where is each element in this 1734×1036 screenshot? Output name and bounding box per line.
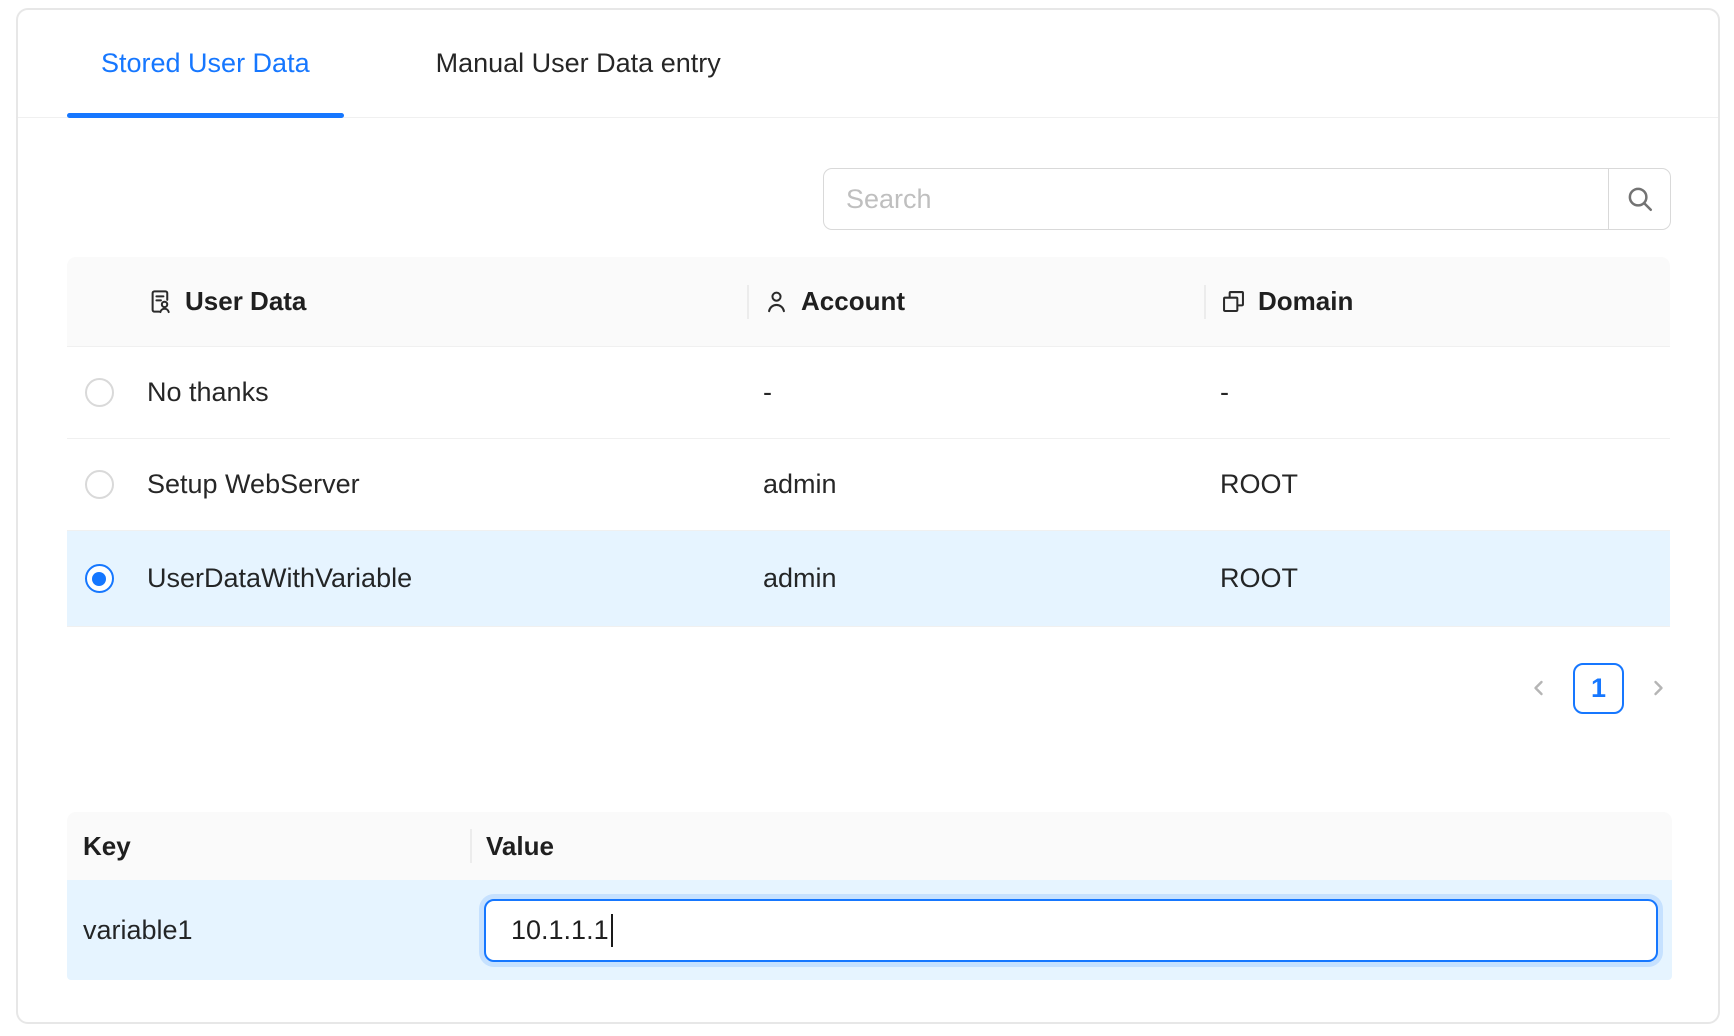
pagination-next-button[interactable]	[1645, 675, 1671, 701]
panel: Stored User Data Manual User Data entry	[16, 8, 1720, 1024]
pagination-page-1[interactable]: 1	[1573, 663, 1624, 714]
tab-label: Stored User Data	[101, 48, 310, 79]
search-icon	[1625, 184, 1655, 214]
cell-user-data: No thanks	[147, 377, 269, 408]
table-row[interactable]: Setup WebServer admin ROOT	[67, 439, 1670, 531]
cell-domain: -	[1220, 377, 1229, 408]
cell-user-data: UserDataWithVariable	[147, 563, 412, 594]
cell-domain: ROOT	[1220, 563, 1298, 594]
radio-unchecked[interactable]	[85, 470, 114, 499]
user-data-icon	[147, 288, 174, 315]
variable-key-cell: variable1	[67, 915, 470, 946]
variable-key-label: variable1	[83, 915, 193, 945]
radio-checked[interactable]	[85, 564, 114, 593]
variable-value-cell: 10.1.1.1	[470, 899, 1672, 962]
column-header-value: Value	[470, 831, 1672, 862]
variable-value-text: 10.1.1.1	[511, 915, 609, 946]
column-header-account: Account	[747, 286, 1204, 317]
domain-icon	[1220, 288, 1247, 315]
column-header-label: User Data	[185, 286, 306, 317]
column-header-label: Account	[801, 286, 905, 317]
account-icon	[763, 288, 790, 315]
column-header-user-data: User Data	[131, 286, 747, 317]
page-number: 1	[1591, 673, 1606, 704]
cell-account: admin	[763, 563, 837, 594]
tab-stored-user-data[interactable]: Stored User Data	[67, 10, 344, 117]
column-header-label: Domain	[1258, 286, 1353, 317]
table-row[interactable]: No thanks - -	[67, 347, 1670, 439]
search-button[interactable]	[1608, 168, 1671, 230]
column-header-label: Key	[83, 831, 131, 861]
pagination-prev-button[interactable]	[1526, 675, 1552, 701]
radio-unchecked[interactable]	[85, 378, 114, 407]
variable-row: variable1 10.1.1.1	[67, 880, 1672, 980]
tab-bar: Stored User Data Manual User Data entry	[18, 10, 1718, 118]
pagination: 1	[1526, 662, 1671, 714]
variable-value-input[interactable]: 10.1.1.1	[484, 899, 1658, 962]
text-caret	[611, 914, 614, 947]
chevron-left-icon	[1527, 676, 1551, 700]
table-row-selected[interactable]: UserDataWithVariable admin ROOT	[67, 531, 1670, 627]
column-header-domain: Domain	[1204, 286, 1670, 317]
chevron-right-icon	[1646, 676, 1670, 700]
table-header-row: User Data Account Domain	[67, 257, 1670, 347]
cell-user-data: Setup WebServer	[147, 469, 360, 500]
cell-domain: ROOT	[1220, 469, 1298, 500]
variables-header-row: Key Value	[67, 812, 1672, 880]
cell-account: -	[763, 377, 772, 408]
column-header-label: Value	[486, 831, 554, 862]
variables-table: Key Value variable1 10.1.1.1	[67, 812, 1672, 980]
search-group	[823, 168, 1671, 230]
cell-account: admin	[763, 469, 837, 500]
tab-manual-user-data-entry[interactable]: Manual User Data entry	[402, 10, 755, 117]
search-input[interactable]	[823, 168, 1608, 230]
tab-label: Manual User Data entry	[436, 48, 721, 79]
stored-user-data-table: User Data Account Domain	[67, 257, 1670, 627]
column-header-key: Key	[67, 831, 470, 862]
